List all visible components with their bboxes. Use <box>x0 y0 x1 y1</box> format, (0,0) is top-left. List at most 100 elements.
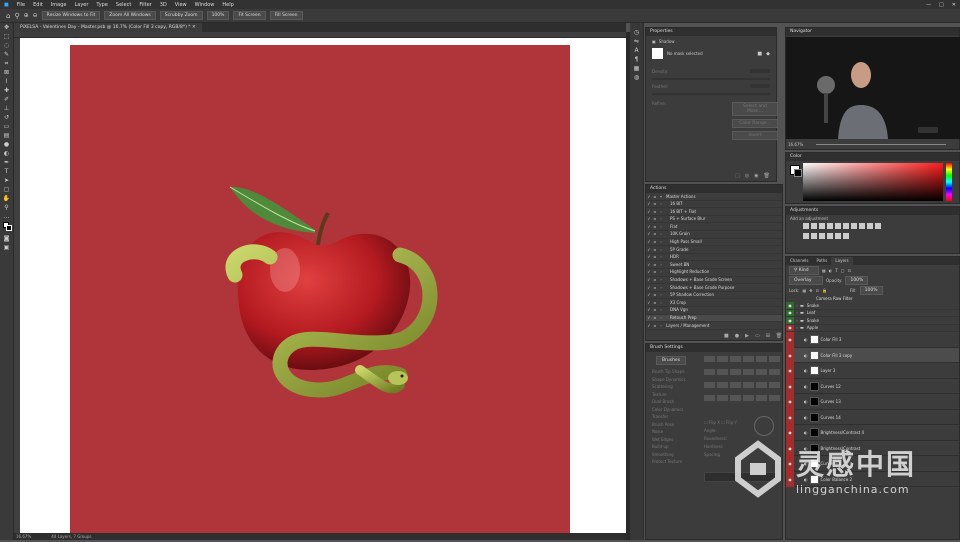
blend-mode-select[interactable]: Overlay <box>789 275 823 285</box>
brightness-contrast-icon[interactable] <box>803 223 809 229</box>
flip-x-checkbox[interactable]: ☐ Flip X ☐ Flip Y <box>704 419 737 427</box>
expand-icon[interactable]: › <box>658 277 664 284</box>
zoom-in-icon[interactable]: ⊕ <box>24 12 29 19</box>
action-item[interactable]: ✓ ▫ › 10K Grain <box>646 231 782 239</box>
exposure-icon[interactable] <box>827 223 833 229</box>
layer-mask-thumbnail[interactable] <box>809 366 819 376</box>
visibility-eye-icon[interactable]: ◉ <box>786 302 794 309</box>
vibrance-icon[interactable] <box>835 223 841 229</box>
invert-icon[interactable] <box>811 233 817 239</box>
photo-filter-icon[interactable] <box>867 223 873 229</box>
load-selection-icon[interactable]: ⬚ <box>735 173 740 179</box>
minimize-icon[interactable]: — <box>922 2 935 8</box>
opacity-input[interactable]: 100% <box>845 275 869 285</box>
expand-icon[interactable]: › <box>658 239 664 246</box>
action-item[interactable]: ✓ ▫ › DNA Vgn <box>646 307 782 315</box>
hue-saturation-icon[interactable] <box>843 223 849 229</box>
expand-icon[interactable]: › <box>658 315 664 322</box>
libraries-icon[interactable]: ▦ <box>633 65 641 73</box>
lasso-tool-icon[interactable]: ◌ <box>3 42 11 50</box>
brush-angle-widget[interactable] <box>754 416 774 436</box>
zoom-level[interactable]: 16.67% <box>16 534 31 539</box>
expand-icon[interactable]: › <box>658 307 664 314</box>
expand-icon[interactable]: › <box>658 216 664 223</box>
expand-icon[interactable]: › <box>658 299 664 306</box>
maximize-icon[interactable]: □ <box>935 2 948 8</box>
navigator-preview[interactable] <box>786 37 960 139</box>
action-item[interactable]: ✓ ▫ ▾ Master Actions <box>646 193 782 201</box>
action-item[interactable]: ✓ ▫ › 5P Grade <box>646 246 782 254</box>
fill-screen-button[interactable]: Fill Screen <box>269 11 303 20</box>
density-slider[interactable] <box>652 78 770 80</box>
document-canvas[interactable] <box>70 45 570 540</box>
stop-icon[interactable]: ■ <box>724 333 729 339</box>
brush-option[interactable]: Smoothing <box>652 451 700 459</box>
apply-mask-icon[interactable]: ◎ <box>745 173 749 179</box>
brush-option[interactable]: Texture <box>652 391 700 399</box>
visibility-icon[interactable]: ◉ <box>754 173 758 179</box>
swatches-icon[interactable]: ⇋ <box>633 38 641 46</box>
action-item[interactable]: ✓ ▫ › High Pass Small <box>646 239 782 247</box>
close-icon[interactable]: ✕ <box>948 2 960 8</box>
threshold-icon[interactable] <box>827 233 833 239</box>
close-tab-icon[interactable]: ✕ <box>192 25 196 30</box>
posterize-icon[interactable] <box>819 233 825 239</box>
zoom-100-button[interactable]: 100% <box>206 11 230 20</box>
expand-icon[interactable]: › <box>658 284 664 291</box>
clone-stamp-tool-icon[interactable]: ⊥ <box>3 105 11 113</box>
layer-row[interactable]: ◉ ◐ Curves 13 <box>786 393 959 410</box>
visibility-eye-icon[interactable]: ◉ <box>786 309 794 317</box>
menu-filter[interactable]: Filter <box>135 2 155 8</box>
expand-icon[interactable]: › <box>658 322 664 329</box>
zoom-out-icon[interactable]: ⊖ <box>33 12 38 19</box>
expand-icon[interactable]: › <box>658 208 664 215</box>
eraser-tool-icon[interactable]: ▭ <box>3 123 11 131</box>
brush-option[interactable]: Shape Dynamics <box>652 376 700 384</box>
path-select-tool-icon[interactable]: ➤ <box>3 177 11 185</box>
crop-tool-icon[interactable]: ⌗ <box>3 60 11 68</box>
action-item[interactable]: ✓ ▫ › HDR <box>646 254 782 262</box>
action-item[interactable]: ✓ ▫ › X3 Crop <box>646 299 782 307</box>
levels-icon[interactable] <box>811 223 817 229</box>
invert-button[interactable]: Invert <box>732 131 778 140</box>
lock-all-icon[interactable]: 🔒 <box>822 288 827 293</box>
layer-row[interactable]: ◉ › ▬ Leaf <box>786 309 959 318</box>
fill-input[interactable]: 100% <box>859 285 883 295</box>
blur-tool-icon[interactable]: ● <box>3 141 11 149</box>
expand-icon[interactable]: › <box>658 254 664 261</box>
brush-option[interactable]: Wet Edges <box>652 436 700 444</box>
channel-mixer-icon[interactable] <box>875 223 881 229</box>
quick-mask-icon[interactable]: ◙ <box>3 235 11 243</box>
brush-option[interactable]: Brush Tip Shape <box>652 368 700 376</box>
menu-edit[interactable]: Edit <box>29 2 47 8</box>
hue-slider[interactable] <box>946 163 952 201</box>
layer-mask-thumbnail[interactable] <box>809 350 819 360</box>
background-color-swatch[interactable] <box>794 169 802 177</box>
brush-option[interactable]: Build-up <box>652 443 700 451</box>
expand-icon[interactable]: › <box>658 269 664 276</box>
healing-tool-icon[interactable]: ✚ <box>3 87 11 95</box>
tab-channels[interactable]: Channels <box>786 257 813 265</box>
delete-mask-icon[interactable]: 🗑 <box>763 173 769 179</box>
brush-option[interactable]: Color Dynamics <box>652 406 700 414</box>
layer-mask-thumbnail[interactable] <box>809 412 819 422</box>
menu-help[interactable]: Help <box>218 2 237 8</box>
character-icon[interactable]: A <box>633 47 641 55</box>
zoom-tool-icon[interactable]: ⚲ <box>14 12 19 20</box>
menu-image[interactable]: Image <box>47 2 71 8</box>
black-white-icon[interactable] <box>859 223 865 229</box>
gradient-map-icon[interactable] <box>835 233 841 239</box>
menu-layer[interactable]: Layer <box>70 2 92 8</box>
brush-option[interactable]: Protect Texture <box>652 458 700 466</box>
expand-icon[interactable]: › <box>658 201 664 208</box>
filter-adjustment-icon[interactable]: ◐ <box>829 268 833 273</box>
layer-mask-thumbnail[interactable] <box>809 381 819 391</box>
visibility-eye-icon[interactable]: ◉ <box>786 324 794 332</box>
color-picker-field[interactable] <box>803 163 943 201</box>
filter-type-icon[interactable]: T <box>835 268 837 273</box>
brush-option[interactable]: Noise <box>652 428 700 436</box>
select-and-mask-button[interactable]: Select and Mask... <box>732 102 778 116</box>
action-item[interactable]: ✓ ▫ › 16 BIT <box>646 201 782 209</box>
delete-action-icon[interactable]: 🗑 <box>776 333 782 339</box>
visibility-eye-icon[interactable]: ◉ <box>786 331 794 348</box>
